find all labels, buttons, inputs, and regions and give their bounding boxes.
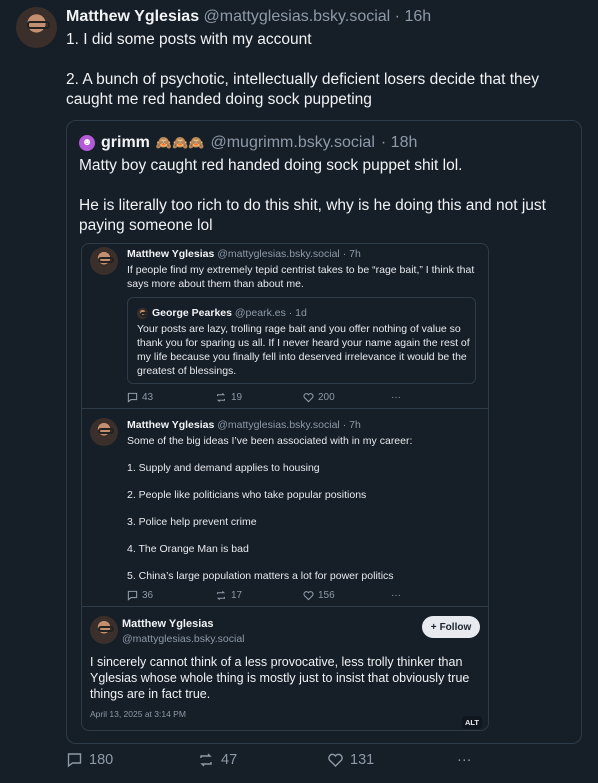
post-text-line: 2. A bunch of psychotic, intellectually … bbox=[66, 71, 540, 108]
screenshot-stats: 43 19 200 ··· bbox=[127, 392, 427, 403]
more-icon: ··· bbox=[391, 590, 401, 601]
screenshot-author-name: Matthew Yglesias bbox=[127, 419, 215, 431]
screenshot-post-header: Matthew Yglesias @mattyglesias.bsky.soci… bbox=[127, 248, 361, 260]
screenshot-stats: 36 17 156 ··· bbox=[127, 590, 427, 601]
more-icon: ··· bbox=[391, 392, 401, 403]
repost-stat: 19 bbox=[215, 392, 303, 403]
quoted-author-handle[interactable]: @mugrimm.bsky.social bbox=[210, 134, 374, 152]
quoted-text-line: He is literally too rich to do this shit… bbox=[79, 197, 546, 234]
post-text-line: 1. I did some posts with my account bbox=[66, 31, 312, 48]
screenshot-quoted-header: George Pearkes @peark.es · 1d bbox=[152, 307, 307, 319]
divider bbox=[82, 606, 488, 607]
repost-stat: 17 bbox=[215, 590, 303, 601]
repost-count: 19 bbox=[231, 392, 243, 403]
screenshot-post-date: April 13, 2025 at 3:14 PM bbox=[90, 709, 186, 719]
screenshot-post-time: · 7h bbox=[342, 248, 361, 260]
quoted-author-emoji: 🙈🙈🙈 bbox=[155, 135, 205, 150]
screenshot-post-list: Some of the big ideas I’ve been associat… bbox=[127, 435, 477, 584]
screenshot-quoted-author: George Pearkes bbox=[152, 307, 232, 319]
author-avatar[interactable] bbox=[16, 7, 57, 48]
screenshot-post-header: Matthew Yglesias @mattyglesias.bsky.soci… bbox=[127, 419, 361, 431]
screenshot-quoted-time: · 1d bbox=[288, 307, 307, 319]
like-button[interactable]: 131 bbox=[327, 752, 457, 768]
reply-icon bbox=[66, 752, 83, 768]
reply-stat: 36 bbox=[127, 590, 215, 601]
reply-stat: 43 bbox=[127, 392, 215, 403]
list-item: 4. The Orange Man is bad bbox=[127, 543, 249, 555]
screenshot-post-text: I sincerely cannot think of a less provo… bbox=[90, 655, 470, 701]
screenshot-avatar bbox=[90, 247, 118, 275]
screenshot-quoted-avatar bbox=[137, 308, 148, 319]
like-count: 131 bbox=[350, 752, 375, 768]
post-header: Matthew Yglesias @mattyglesias.bsky.soci… bbox=[66, 8, 431, 26]
screenshot-author-handle: @mattyglesias.bsky.social bbox=[217, 248, 340, 260]
plus-icon: + bbox=[430, 621, 437, 633]
post-time[interactable]: · 16h bbox=[395, 8, 431, 25]
alt-badge: ALT bbox=[461, 716, 482, 729]
embedded-screenshot[interactable]: Matthew Yglesias @mattyglesias.bsky.soci… bbox=[81, 243, 489, 731]
repost-count: 47 bbox=[221, 752, 238, 768]
screenshot-author-name: Matthew Yglesias bbox=[122, 618, 214, 630]
follow-label: Follow bbox=[439, 621, 472, 633]
screenshot-avatar bbox=[90, 418, 118, 446]
reply-icon bbox=[127, 590, 138, 601]
reply-count: 36 bbox=[142, 590, 154, 601]
screenshot-quoted-post: George Pearkes @peark.es · 1d Your posts… bbox=[127, 297, 476, 384]
heart-icon bbox=[327, 752, 344, 768]
list-intro: Some of the big ideas I’ve been associat… bbox=[127, 435, 413, 447]
like-stat: 200 bbox=[303, 392, 391, 403]
repost-button[interactable]: 47 bbox=[197, 752, 327, 768]
screenshot-post-text: If people find my extremely tepid centri… bbox=[127, 264, 475, 290]
divider bbox=[82, 408, 488, 409]
author-name[interactable]: Matthew Yglesias bbox=[66, 8, 199, 25]
like-stat: 156 bbox=[303, 590, 391, 601]
screenshot-quoted-handle: @peark.es bbox=[234, 307, 286, 319]
list-item: 3. Police help prevent crime bbox=[127, 516, 257, 528]
list-item: 1. Supply and demand applies to housing bbox=[127, 462, 320, 474]
like-count: 200 bbox=[318, 392, 335, 403]
quoted-post[interactable]: ☻ grimm 🙈🙈🙈 @mugrimm.bsky.social · 18h M… bbox=[66, 120, 582, 744]
repost-icon bbox=[215, 392, 227, 403]
screenshot-post-time: · 7h bbox=[342, 419, 361, 431]
quoted-author-name[interactable]: grimm bbox=[101, 134, 150, 152]
reply-count: 180 bbox=[89, 752, 114, 768]
screenshot-avatar bbox=[90, 616, 118, 644]
repost-icon bbox=[197, 752, 215, 768]
quoted-post-time[interactable]: · 18h bbox=[381, 134, 417, 152]
quoted-post-header: ☻ grimm 🙈🙈🙈 @mugrimm.bsky.social · 18h bbox=[79, 134, 417, 152]
post-text: 1. I did some posts with my account 2. A… bbox=[66, 30, 581, 130]
screenshot-quoted-text: Your posts are lazy, trolling rage bait … bbox=[137, 323, 470, 377]
heart-icon bbox=[303, 590, 314, 601]
grimm-avatar: ☻ bbox=[79, 135, 95, 151]
repost-icon bbox=[215, 590, 227, 601]
screenshot-author-handle: @mattyglesias.bsky.social bbox=[217, 419, 340, 431]
quoted-text-line: Matty boy caught red handed doing sock p… bbox=[79, 157, 463, 174]
list-item: 5. China’s large population matters a lo… bbox=[127, 570, 394, 582]
repost-count: 17 bbox=[231, 590, 243, 601]
reply-count: 43 bbox=[142, 392, 154, 403]
author-handle[interactable]: @mattyglesias.bsky.social bbox=[204, 8, 391, 25]
quoted-post-text: Matty boy caught red handed doing sock p… bbox=[79, 156, 569, 256]
post-actions: 180 47 131 ··· bbox=[66, 752, 486, 768]
screenshot-author-handle: @mattyglesias.bsky.social bbox=[122, 633, 245, 645]
list-item: 2. People like politicians who take popu… bbox=[127, 489, 367, 501]
more-options-icon[interactable]: ··· bbox=[457, 752, 472, 768]
reply-icon bbox=[127, 392, 138, 403]
screenshot-author-name: Matthew Yglesias bbox=[127, 248, 215, 260]
like-count: 156 bbox=[318, 590, 335, 601]
follow-button: + Follow bbox=[422, 616, 480, 638]
reply-button[interactable]: 180 bbox=[66, 752, 197, 768]
heart-icon bbox=[303, 392, 314, 403]
